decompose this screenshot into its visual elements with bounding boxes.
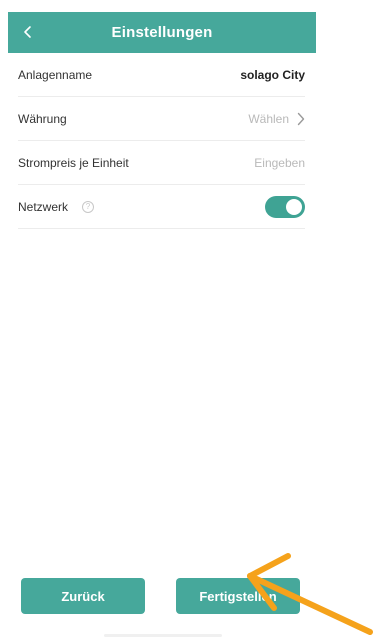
- currency-placeholder: Wählen: [248, 111, 289, 126]
- plant-name-value: solago City: [240, 67, 305, 82]
- home-indicator: [104, 634, 222, 637]
- header-bar: Einstellungen: [8, 12, 316, 53]
- price-input[interactable]: Eingeben: [254, 156, 305, 170]
- chevron-right-icon: [297, 112, 305, 126]
- setting-row-network: Netzwerk ?: [18, 185, 305, 229]
- page-title: Einstellungen: [111, 24, 213, 41]
- setting-row-currency[interactable]: Währung Wählen: [18, 97, 305, 141]
- help-icon[interactable]: ?: [82, 200, 95, 213]
- screen: Einstellungen Anlagenname solago City Wä…: [0, 0, 375, 638]
- setting-label: Währung: [18, 111, 67, 126]
- currency-select[interactable]: Wählen: [248, 112, 305, 126]
- setting-row-price[interactable]: Strompreis je Einheit Eingeben: [18, 141, 305, 185]
- chevron-left-icon: [24, 26, 31, 38]
- setting-label: Strompreis je Einheit: [18, 155, 129, 170]
- back-button-footer[interactable]: Zurück: [21, 578, 145, 614]
- network-toggle[interactable]: [265, 195, 305, 218]
- toggle-knob: [286, 198, 302, 215]
- settings-list: Anlagenname solago City Währung Wählen S…: [18, 53, 305, 229]
- annotation-arrow-icon: [247, 553, 373, 635]
- back-button[interactable]: [18, 22, 38, 42]
- setting-label-network: Netzwerk ?: [18, 199, 95, 214]
- setting-label: Anlagenname: [18, 67, 93, 82]
- network-label: Netzwerk: [18, 199, 69, 214]
- setting-row-plant-name[interactable]: Anlagenname solago City: [18, 53, 305, 97]
